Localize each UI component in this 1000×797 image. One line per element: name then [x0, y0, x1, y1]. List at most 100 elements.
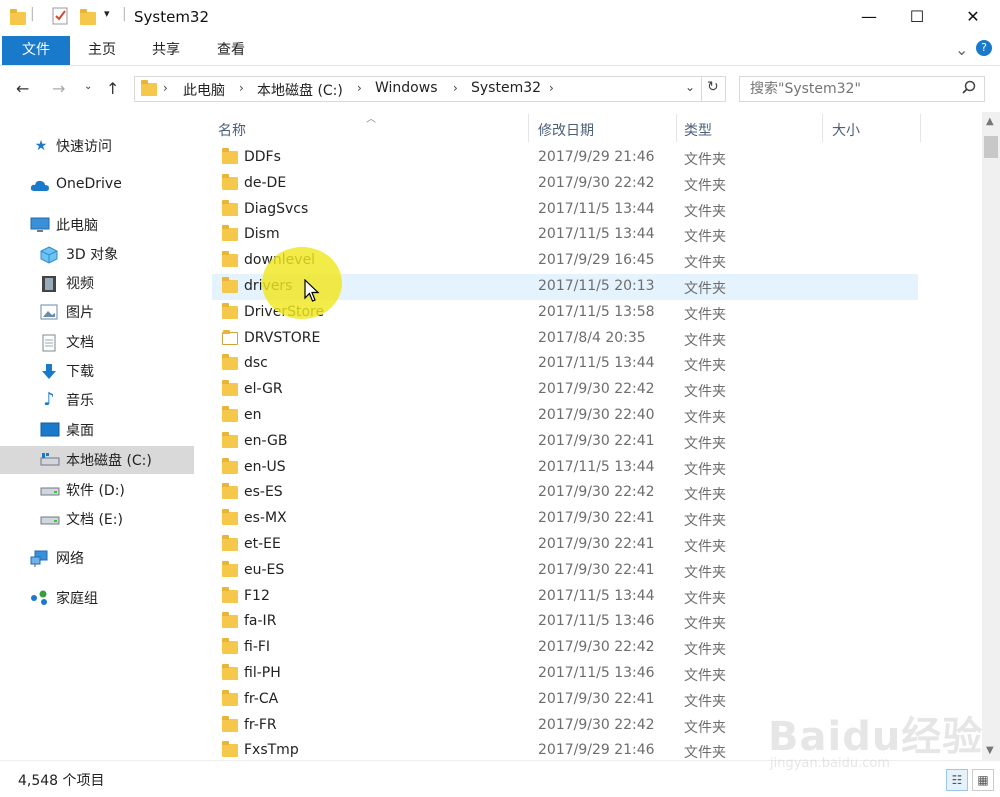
- tab-share[interactable]: 共享: [134, 36, 198, 65]
- sidebar-item-drive-e[interactable]: 文档 (E:): [0, 505, 194, 533]
- desktop-icon: [40, 422, 60, 438]
- breadcrumb-separator-icon[interactable]: ›: [163, 81, 168, 95]
- new-folder-icon[interactable]: [80, 8, 96, 28]
- table-row[interactable]: DDFs 2017/9/29 21:46 文件夹: [212, 145, 918, 171]
- sidebar-item-onedrive[interactable]: OneDrive: [0, 172, 194, 200]
- tab-view[interactable]: 查看: [199, 36, 263, 65]
- navigation-pane: ★ 快速访问 OneDrive 此电脑 3D 对象 视频 图片 文档 下载 ♪ …: [0, 112, 194, 760]
- sidebar-item-this-pc[interactable]: 此电脑: [0, 211, 194, 239]
- minimize-button[interactable]: —: [846, 0, 892, 34]
- file-name: fil-PH: [244, 665, 281, 681]
- table-row[interactable]: drivers 2017/11/5 20:13 文件夹: [212, 274, 918, 300]
- sidebar-item-pictures[interactable]: 图片: [0, 298, 194, 326]
- table-row[interactable]: de-DE 2017/9/30 22:42 文件夹: [212, 171, 918, 197]
- breadcrumb-this-pc[interactable]: 此电脑: [183, 80, 225, 100]
- file-name: FxsTmp: [244, 742, 299, 759]
- table-row[interactable]: en-US 2017/11/5 13:44 文件夹: [212, 455, 918, 481]
- table-row[interactable]: DiagSvcs 2017/11/5 13:44 文件夹: [212, 197, 918, 223]
- file-type: 文件夹: [684, 719, 726, 736]
- breadcrumb-separator-icon[interactable]: ›: [239, 81, 244, 95]
- picture-icon: [40, 304, 58, 320]
- column-header-type[interactable]: 类型: [684, 120, 712, 140]
- file-list: ︿ 名称 修改日期 类型 大小 DDFs 2017/9/29 21:46 文件夹 de…: [194, 112, 982, 761]
- sidebar-item-local-disk-c[interactable]: 本地磁盘 (C:): [0, 446, 194, 474]
- back-arrow-icon[interactable]: ←: [16, 79, 29, 98]
- breadcrumb-system32[interactable]: System32: [471, 80, 541, 96]
- table-row[interactable]: et-EE 2017/9/30 22:41 文件夹: [212, 532, 918, 558]
- breadcrumb-separator-icon[interactable]: ›: [357, 81, 362, 95]
- table-row[interactable]: DriverStore 2017/11/5 13:58 文件夹: [212, 300, 918, 326]
- homegroup-icon: [30, 590, 48, 606]
- tab-file[interactable]: 文件: [2, 36, 70, 65]
- address-history-chevron-icon[interactable]: ⌄: [685, 80, 695, 94]
- file-type: 文件夹: [684, 332, 726, 349]
- up-arrow-icon[interactable]: ↑: [106, 79, 119, 98]
- column-divider[interactable]: [920, 114, 921, 142]
- scroll-up-arrow-icon[interactable]: ▲: [986, 116, 994, 127]
- sidebar-item-desktop[interactable]: 桌面: [0, 416, 194, 444]
- column-divider[interactable]: [528, 114, 529, 142]
- sidebar-item-drive-d[interactable]: 软件 (D:): [0, 476, 194, 504]
- breadcrumb-separator-icon[interactable]: ›: [549, 81, 554, 95]
- sidebar-item-homegroup[interactable]: 家庭组: [0, 584, 194, 612]
- column-divider[interactable]: [822, 114, 823, 142]
- expand-ribbon-chevron-icon[interactable]: ⌄: [955, 40, 968, 59]
- sidebar-item-3d-objects[interactable]: 3D 对象: [0, 240, 194, 268]
- search-input[interactable]: [740, 77, 950, 101]
- sidebar-item-documents[interactable]: 文档: [0, 328, 194, 356]
- column-header-date[interactable]: 修改日期: [538, 120, 594, 140]
- sidebar-item-network[interactable]: 网络: [0, 544, 194, 572]
- large-icons-view-icon[interactable]: ▦: [972, 769, 994, 791]
- table-row[interactable]: DRVSTORE 2017/8/4 20:35 文件夹: [212, 326, 918, 352]
- sidebar-item-videos[interactable]: 视频: [0, 269, 194, 297]
- table-row[interactable]: en-GB 2017/9/30 22:41 文件夹: [212, 429, 918, 455]
- properties-icon[interactable]: [52, 6, 69, 26]
- table-row[interactable]: dsc 2017/11/5 13:44 文件夹: [212, 351, 918, 377]
- column-header-size[interactable]: 大小: [832, 120, 860, 140]
- breadcrumb-windows[interactable]: Windows: [375, 80, 438, 96]
- file-type: 文件夹: [684, 152, 726, 168]
- recent-locations-chevron-icon[interactable]: ⌄: [84, 81, 92, 92]
- tab-home[interactable]: 主页: [70, 36, 134, 65]
- sidebar-item-music[interactable]: ♪ 音乐: [0, 386, 194, 414]
- scroll-down-arrow-icon[interactable]: ▼: [986, 745, 994, 756]
- table-row[interactable]: fil-PH 2017/11/5 13:46 文件夹: [212, 661, 918, 687]
- table-row[interactable]: fi-FI 2017/9/30 22:42 文件夹: [212, 635, 918, 661]
- table-row[interactable]: en 2017/9/30 22:40 文件夹: [212, 403, 918, 429]
- refresh-icon[interactable]: ↻: [707, 79, 719, 95]
- search-icon[interactable]: [962, 80, 976, 98]
- table-row[interactable]: Dism 2017/11/5 13:44 文件夹: [212, 222, 918, 248]
- column-divider[interactable]: [676, 114, 677, 142]
- table-row[interactable]: F12 2017/11/5 13:44 文件夹: [212, 584, 918, 610]
- table-row[interactable]: es-MX 2017/9/30 22:41 文件夹: [212, 506, 918, 532]
- details-view-icon[interactable]: ☷: [946, 769, 968, 791]
- folder-icon[interactable]: [10, 8, 26, 28]
- sidebar-item-downloads[interactable]: 下载: [0, 357, 194, 385]
- address-bar[interactable]: › 此电脑 › 本地磁盘 (C:) › Windows › System32 ›…: [134, 76, 726, 102]
- table-row[interactable]: downlevel 2017/9/29 16:45 文件夹: [212, 248, 918, 274]
- forward-arrow-icon[interactable]: →: [52, 79, 65, 98]
- table-row[interactable]: es-ES 2017/9/30 22:42 文件夹: [212, 480, 918, 506]
- customize-toolbar-chevron-icon[interactable]: ▾: [104, 7, 110, 27]
- modified-date: 2017/8/4 20:35: [538, 329, 646, 346]
- modified-date: 2017/11/5 20:13: [538, 278, 655, 294]
- search-box[interactable]: [739, 76, 985, 102]
- maximize-button[interactable]: ☐: [894, 0, 940, 34]
- vertical-scrollbar[interactable]: ▲ ▼: [982, 112, 1000, 760]
- network-icon: [30, 550, 48, 567]
- table-row[interactable]: fr-CA 2017/9/30 22:41 文件夹: [212, 687, 918, 713]
- breadcrumb-separator-icon[interactable]: ›: [453, 81, 458, 95]
- table-row[interactable]: el-GR 2017/9/30 22:42 文件夹: [212, 377, 918, 403]
- help-icon[interactable]: ?: [976, 40, 992, 56]
- breadcrumb-local-disk-c[interactable]: 本地磁盘 (C:): [257, 80, 343, 100]
- table-row[interactable]: fa-IR 2017/11/5 13:46 文件夹: [212, 609, 918, 635]
- modified-date: 2017/9/30 22:41: [538, 432, 655, 449]
- sidebar-item-quick-access[interactable]: ★ 快速访问: [0, 132, 194, 160]
- scrollbar-thumb[interactable]: [984, 136, 998, 158]
- table-row[interactable]: fr-FR 2017/9/30 22:42 文件夹: [212, 713, 918, 739]
- column-header-name[interactable]: 名称: [218, 120, 246, 140]
- file-type: 文件夹: [684, 642, 726, 659]
- file-type: 文件夹: [684, 693, 726, 710]
- close-button[interactable]: ✕: [950, 0, 996, 34]
- table-row[interactable]: eu-ES 2017/9/30 22:41 文件夹: [212, 558, 918, 584]
